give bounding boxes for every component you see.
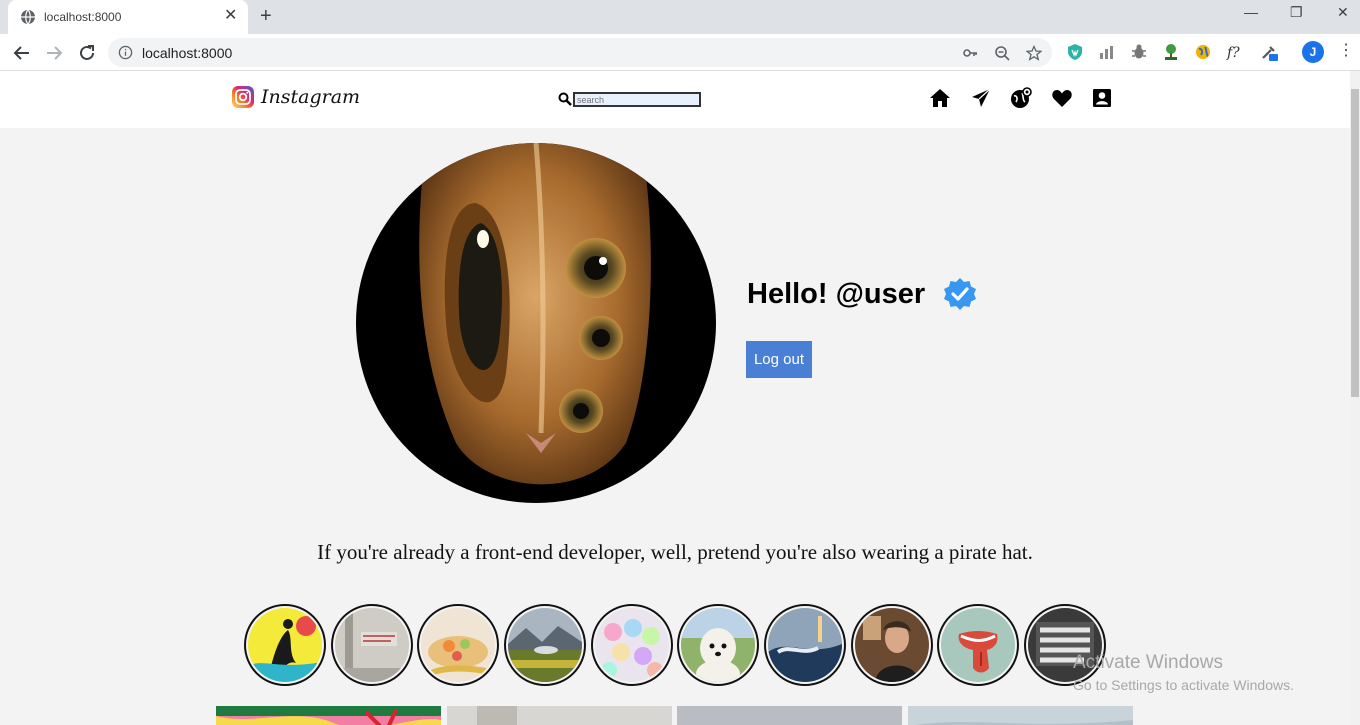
restore-button[interactable]: ❐ <box>1290 4 1303 21</box>
url-text[interactable]: localhost:8000 <box>142 45 232 61</box>
search-icon <box>558 92 572 106</box>
minimize-button[interactable]: — <box>1244 4 1258 20</box>
page-viewport: Instagram search Hello! @user Log out If… <box>0 71 1350 725</box>
globe-icon <box>21 9 35 25</box>
story-image <box>421 608 495 682</box>
extension-dropper-icon[interactable] <box>1260 43 1278 61</box>
explore-icon[interactable] <box>1010 87 1032 109</box>
site-header: Instagram <box>0 71 1350 128</box>
logout-button[interactable]: Log out <box>746 341 812 378</box>
extension-chart-icon[interactable] <box>1098 43 1116 61</box>
bookmark-star-icon[interactable] <box>1026 45 1042 61</box>
greeting-heading: Hello! @user <box>747 278 926 310</box>
address-bar[interactable]: localhost:8000 <box>108 38 1052 67</box>
post-thumbnail[interactable] <box>908 706 1133 725</box>
post-thumbnail[interactable] <box>216 706 441 725</box>
scrollbar-thumb[interactable] <box>1351 89 1359 397</box>
watermark-title: Activate Windows <box>1073 652 1223 673</box>
story-image <box>595 608 669 682</box>
post-image <box>216 706 441 725</box>
zoom-out-icon[interactable] <box>994 45 1010 61</box>
reload-icon[interactable] <box>76 42 98 64</box>
story-balloons[interactable] <box>591 604 673 686</box>
story-portrait[interactable] <box>851 604 933 686</box>
story-wave[interactable] <box>764 604 846 686</box>
profile-avatar[interactable]: J <box>1302 41 1324 63</box>
key-icon[interactable] <box>962 45 978 61</box>
activity-heart-icon[interactable] <box>1051 87 1073 109</box>
info-icon[interactable] <box>118 45 133 60</box>
post-image <box>447 706 672 725</box>
profile-picture-cat-art <box>356 143 716 503</box>
tab-close-button[interactable]: ✕ <box>224 7 237 25</box>
story-image <box>248 608 322 682</box>
extension-shield-icon[interactable] <box>1066 43 1084 61</box>
verified-badge-icon <box>944 278 976 310</box>
browser-toolbar: localhost:8000 f? J ⋮ <box>0 34 1360 71</box>
story-wall-sign[interactable] <box>331 604 413 686</box>
profile-bio: If you're already a front-end developer,… <box>317 540 1033 564</box>
svg-text:f?: f? <box>1226 45 1240 61</box>
post-thumbnail[interactable] <box>447 706 672 725</box>
windows-activation-watermark: Activate Windows Go to Settings to activ… <box>1073 652 1294 693</box>
brand-wordmark[interactable]: Instagram <box>261 86 360 108</box>
extension-globe-icon[interactable] <box>1194 43 1212 61</box>
story-image <box>335 608 409 682</box>
home-icon[interactable] <box>929 87 951 109</box>
instagram-logo-icon[interactable] <box>232 86 254 108</box>
browser-menu-button[interactable]: ⋮ <box>1338 41 1354 61</box>
story-food[interactable] <box>417 604 499 686</box>
story-dog[interactable] <box>677 604 759 686</box>
tab-title: localhost:8000 <box>44 10 122 24</box>
story-image <box>855 608 929 682</box>
browser-tab[interactable]: localhost:8000 ✕ <box>8 0 248 34</box>
direct-send-icon[interactable] <box>970 87 992 109</box>
post-image <box>908 706 1133 725</box>
story-image <box>508 608 582 682</box>
extension-formula-icon[interactable]: f? <box>1226 43 1244 61</box>
new-tab-button[interactable]: + <box>260 5 272 27</box>
profile-icon[interactable] <box>1091 87 1113 109</box>
story-field[interactable] <box>504 604 586 686</box>
search-input[interactable] <box>573 92 701 107</box>
profile-picture <box>356 143 716 503</box>
story-image <box>768 608 842 682</box>
page-scrollbar[interactable] <box>1350 71 1360 725</box>
extension-tree-icon[interactable] <box>1162 43 1180 61</box>
browser-tab-strip: localhost:8000 ✕ + — ❐ ✕ <box>0 0 1360 34</box>
post-image <box>677 706 902 725</box>
forward-arrow-icon[interactable] <box>43 42 65 64</box>
story-surfer[interactable] <box>244 604 326 686</box>
watermark-subtitle: Go to Settings to activate Windows. <box>1073 677 1294 693</box>
story-image <box>681 608 755 682</box>
post-thumbnail[interactable] <box>677 706 902 725</box>
story-image <box>941 608 1015 682</box>
story-rolling-tongue[interactable] <box>937 604 1019 686</box>
extension-bug-icon[interactable] <box>1130 43 1148 61</box>
close-window-button[interactable]: ✕ <box>1337 4 1349 21</box>
back-arrow-icon[interactable] <box>11 42 33 64</box>
